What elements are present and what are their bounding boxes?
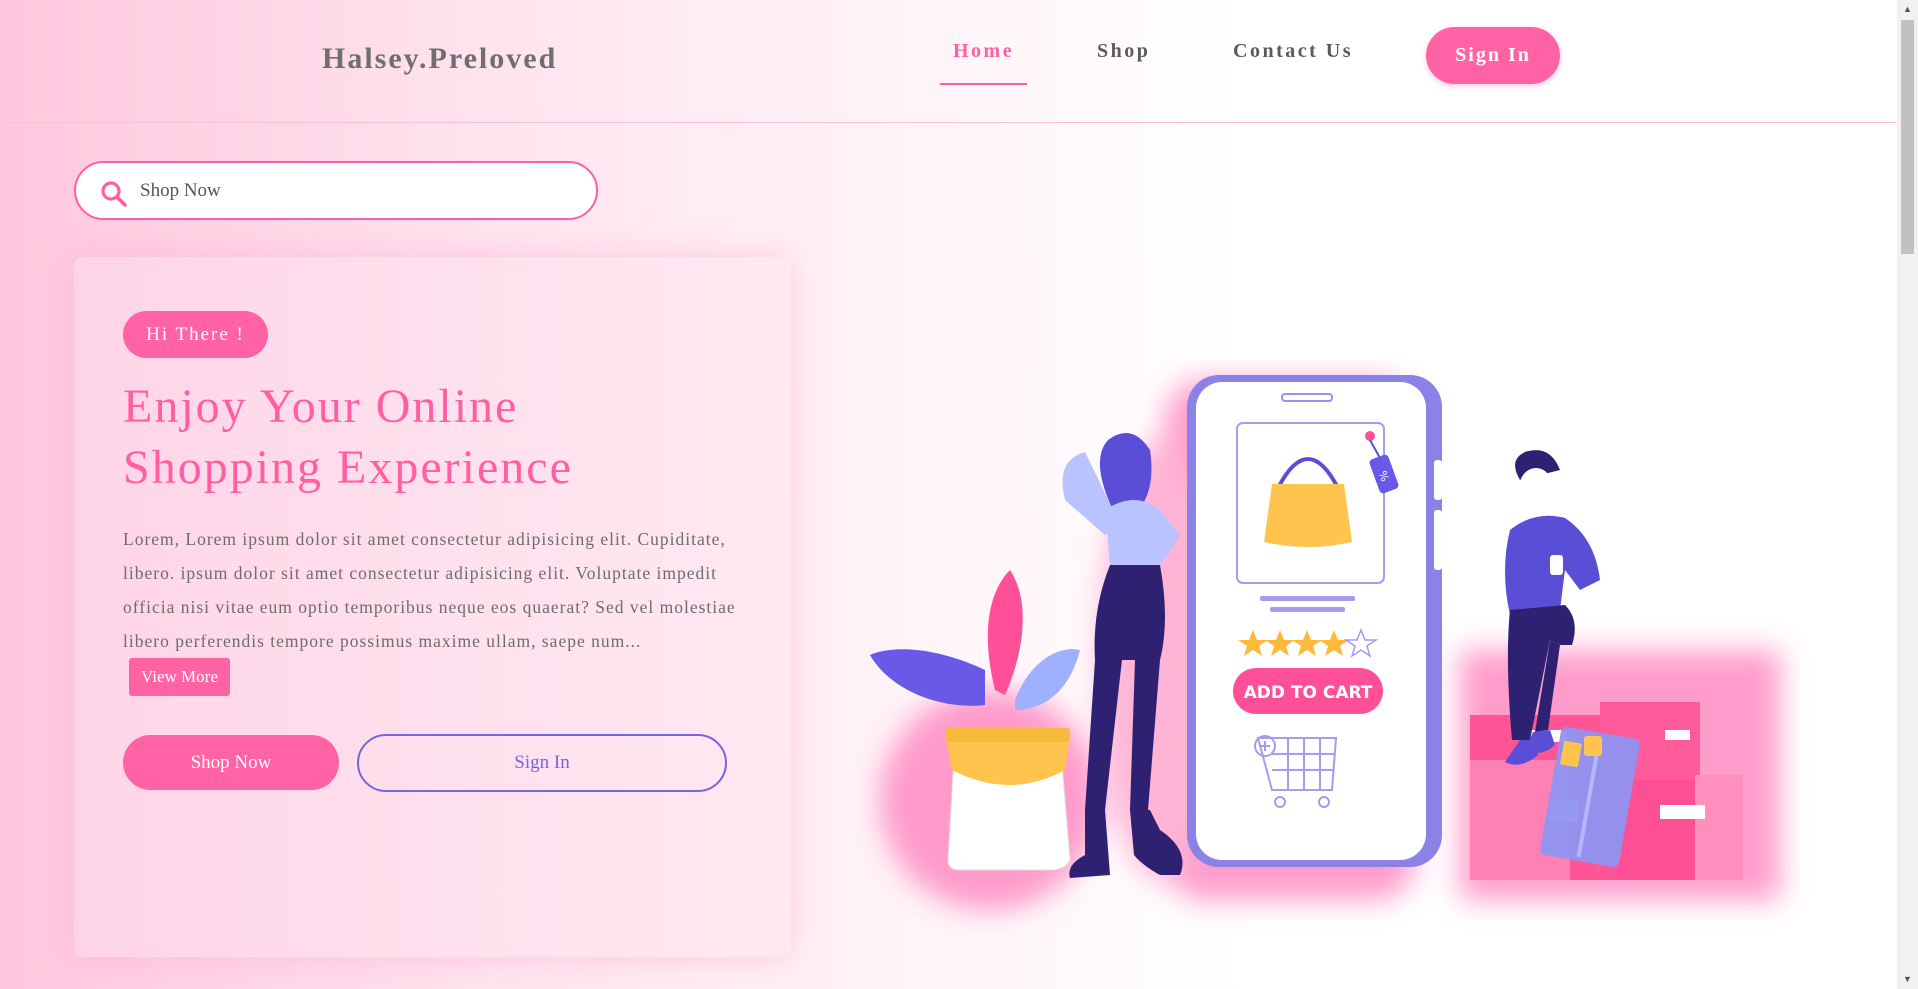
online-shopping-illustration: % ADD TO CART <box>870 375 1780 910</box>
scroll-up-arrow-icon[interactable]: ▲ <box>1897 2 1918 16</box>
page-scrollbar[interactable]: ▲ ▼ <box>1897 0 1918 989</box>
greeting-badge: Hi There ! <box>123 311 268 358</box>
shop-now-button[interactable]: Shop Now <box>123 735 339 790</box>
nav-sign-in-button[interactable]: Sign In <box>1426 27 1560 84</box>
sign-in-button[interactable]: Sign In <box>357 734 727 792</box>
add-to-cart-button: ADD TO CART <box>1233 668 1383 714</box>
smartphone-icon: % ADD TO CART <box>1187 375 1442 867</box>
nav-link-contact-us[interactable]: Contact Us <box>1233 40 1353 63</box>
top-navbar: Halsey.Preloved Home Shop Contact Us Sig… <box>0 0 1897 123</box>
search-input[interactable] <box>140 173 570 209</box>
brand-logo[interactable]: Halsey.Preloved <box>322 42 557 76</box>
hero-description-text: Lorem, Lorem ipsum dolor sit amet consec… <box>123 529 736 651</box>
nav-link-shop[interactable]: Shop <box>1097 40 1150 63</box>
hero-title: Enjoy Your Online Shopping Experience <box>123 376 743 498</box>
hero-title-line-2: Shopping Experience <box>123 441 573 494</box>
hero-description: Lorem, Lorem ipsum dolor sit amet consec… <box>123 522 743 696</box>
hero-title-line-1: Enjoy Your Online <box>123 380 519 433</box>
scrollbar-thumb[interactable] <box>1901 20 1914 254</box>
search-bar[interactable] <box>74 161 598 220</box>
add-to-cart-label: ADD TO CART <box>1244 683 1373 703</box>
nav-link-home[interactable]: Home <box>940 40 1028 85</box>
search-icon[interactable] <box>100 180 128 208</box>
view-more-button[interactable]: View More <box>129 658 230 696</box>
scroll-down-arrow-icon[interactable]: ▼ <box>1897 972 1918 986</box>
